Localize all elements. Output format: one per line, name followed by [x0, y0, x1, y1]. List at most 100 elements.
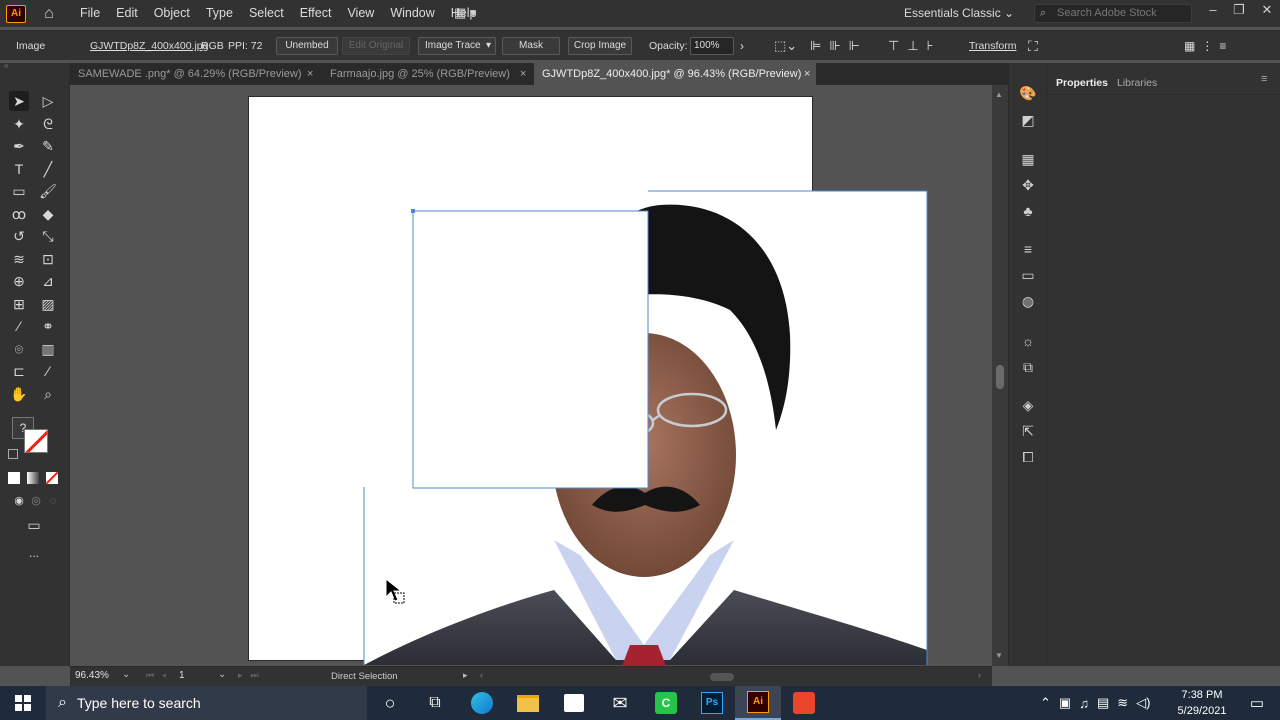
scroll-thumb[interactable]: [996, 365, 1004, 389]
artboard-number[interactable]: 1: [179, 670, 185, 681]
status-menu-icon[interactable]: ▸: [463, 670, 468, 681]
chevron-right-icon[interactable]: ›: [740, 31, 744, 61]
linked-file-name[interactable]: GJWTDp8Z_400x400.jpg: [90, 31, 208, 61]
slice-tool-icon[interactable]: ⁄: [38, 361, 58, 381]
menu-edit[interactable]: Edit: [108, 0, 146, 27]
swatches-icon[interactable]: ▦: [1018, 149, 1038, 169]
graphic-styles-icon[interactable]: ⧉: [1018, 357, 1038, 377]
notifications-icon[interactable]: ▭: [1234, 686, 1280, 720]
layers-icon[interactable]: ◈: [1018, 395, 1038, 415]
artboard-nav-prev-icons[interactable]: ⏮◂: [146, 670, 174, 681]
color-panel-icon[interactable]: 🎨: [1018, 83, 1038, 103]
pen-tool-icon[interactable]: ✒: [9, 136, 29, 156]
zoom-level[interactable]: 96.43%: [75, 670, 109, 681]
gradient-panel-icon[interactable]: ▭: [1018, 265, 1038, 285]
horizontal-scroll-thumb[interactable]: [710, 673, 734, 681]
panel-collapse-icon[interactable]: «: [0, 62, 70, 70]
opacity-field[interactable]: 100%: [690, 37, 734, 55]
image-composition[interactable]: [70, 85, 992, 666]
workspace-switcher[interactable]: Essentials Classic ⌄: [904, 0, 1014, 27]
shaper-tool-icon[interactable]: ꝏ: [9, 204, 29, 224]
mail-icon[interactable]: ✉: [597, 686, 643, 720]
gradient-tool-icon[interactable]: ▨: [38, 294, 58, 314]
artboard-tool-icon[interactable]: ⊏: [9, 361, 29, 381]
tab-libraries[interactable]: Libraries: [1117, 77, 1157, 89]
none-mode-icon[interactable]: [46, 472, 58, 484]
microphone-icon[interactable]: ♫: [1079, 696, 1089, 711]
menu-type[interactable]: Type: [198, 0, 241, 27]
shape-builder-tool-icon[interactable]: ⊕: [9, 271, 29, 291]
warp-tool-icon[interactable]: ≋: [9, 249, 29, 269]
close-tab-icon[interactable]: ×: [307, 63, 313, 85]
show-hidden-icons-icon[interactable]: ⌃: [1040, 695, 1051, 711]
unembed-button[interactable]: Unembed: [276, 37, 338, 55]
tab-farmaajo[interactable]: Farmaajo.jpg @ 25% (RGB/Preview): [330, 63, 510, 85]
vertical-align-icons[interactable]: ⊤⊥⊦: [888, 31, 941, 61]
restore-button[interactable]: ❐: [1226, 0, 1252, 22]
brushes-icon[interactable]: ✥: [1018, 175, 1038, 195]
task-view-icon[interactable]: ⧉: [412, 686, 458, 720]
volume-icon[interactable]: ◁): [1136, 695, 1150, 711]
clock[interactable]: 7:38 PM 5/29/2021: [1172, 687, 1232, 719]
appearance-icon[interactable]: ☼: [1018, 331, 1038, 351]
draw-inside-icon[interactable]: ◌: [43, 491, 63, 511]
tab-samewade[interactable]: SAMEWADE .png* @ 64.29% (RGB/Preview): [78, 63, 302, 85]
eyedropper-tool-icon[interactable]: ⁄: [9, 316, 29, 336]
scroll-up-icon[interactable]: ▲: [995, 90, 1003, 99]
home-icon[interactable]: ⌂: [36, 0, 62, 27]
camtasia-recorder-icon[interactable]: [781, 686, 827, 720]
artboards-icon[interactable]: ⧠: [1018, 447, 1038, 467]
network-icon[interactable]: ▤: [1097, 695, 1109, 711]
zoom-tool-icon[interactable]: ⌕: [38, 384, 58, 404]
edge-icon[interactable]: [459, 686, 505, 720]
rectangle-tool-icon[interactable]: ▭: [9, 181, 29, 201]
minimize-button[interactable]: –: [1200, 0, 1226, 22]
close-tab-icon[interactable]: ×: [804, 63, 810, 85]
paintbrush-tool-icon[interactable]: 🖌: [38, 181, 58, 201]
vertical-scrollbar[interactable]: ▲ ▼: [992, 85, 1008, 666]
align-icons[interactable]: ⊫⊪⊩: [810, 31, 868, 61]
artboard-dropdown-icon[interactable]: ⌄: [218, 669, 226, 680]
camtasia-icon[interactable]: C: [643, 686, 689, 720]
menu-window[interactable]: Window: [382, 0, 442, 27]
artboard-nav-next-icons[interactable]: ▸⏭: [238, 670, 267, 681]
stock-search-input[interactable]: ⌕ Search Adobe Stock: [1034, 4, 1192, 23]
color-mode-icon[interactable]: [8, 472, 20, 484]
zoom-dropdown-icon[interactable]: ⌄: [122, 669, 130, 680]
column-graph-tool-icon[interactable]: ▥: [38, 339, 58, 359]
lasso-tool-icon[interactable]: ᘓ: [38, 114, 58, 134]
close-tab-icon[interactable]: ×: [520, 63, 526, 85]
magic-wand-tool-icon[interactable]: ✦: [9, 114, 29, 134]
fill-stroke-widget[interactable]: ?: [8, 413, 62, 465]
stroke-panel-icon[interactable]: ≡: [1018, 239, 1038, 259]
symbols-icon[interactable]: ♣: [1018, 201, 1038, 221]
stroke-swatch[interactable]: [24, 429, 48, 453]
eraser-tool-icon[interactable]: ◆: [38, 204, 58, 224]
taskbar-search-box[interactable]: ⌕ Type here to search: [46, 686, 367, 720]
color-guide-icon[interactable]: ◩: [1018, 110, 1038, 130]
arrange-documents-icon[interactable]: ▦ ▾: [454, 5, 484, 21]
wifi-icon[interactable]: ≋: [1117, 695, 1128, 711]
scroll-right-icon[interactable]: ›: [978, 670, 981, 680]
photoshop-icon[interactable]: Ps: [689, 686, 735, 720]
crop-image-button[interactable]: Crop Image: [568, 37, 632, 55]
scale-tool-icon[interactable]: ⤡: [38, 226, 58, 246]
scroll-left-icon[interactable]: ‹: [480, 670, 483, 680]
selection-tool-icon[interactable]: ➤: [9, 91, 29, 111]
left-cropped-panel[interactable]: [413, 211, 648, 530]
anchor-point[interactable]: [411, 209, 415, 213]
image-trace-button[interactable]: Image Trace ▾: [418, 37, 496, 55]
edit-original-button[interactable]: Edit Original: [342, 37, 410, 55]
mask-button[interactable]: Mask: [502, 37, 560, 55]
panel-options-icons[interactable]: ▦⋮≡: [1184, 31, 1232, 61]
line-tool-icon[interactable]: ╱: [38, 159, 58, 179]
tab-gjwtdp8z[interactable]: GJWTDp8Z_400x400.jpg* @ 96.43% (RGB/Prev…: [534, 63, 816, 85]
illustrator-taskbar-icon[interactable]: Ai: [735, 686, 781, 720]
more-tools-icon[interactable]: ...: [24, 543, 44, 563]
mesh-tool-icon[interactable]: ⊞: [9, 294, 29, 314]
default-colors-icon[interactable]: [8, 449, 18, 459]
curvature-tool-icon[interactable]: ✎: [38, 136, 58, 156]
menu-effect[interactable]: Effect: [292, 0, 340, 27]
menu-file[interactable]: File: [72, 0, 108, 27]
blend-tool-icon[interactable]: ⚭: [38, 316, 58, 336]
